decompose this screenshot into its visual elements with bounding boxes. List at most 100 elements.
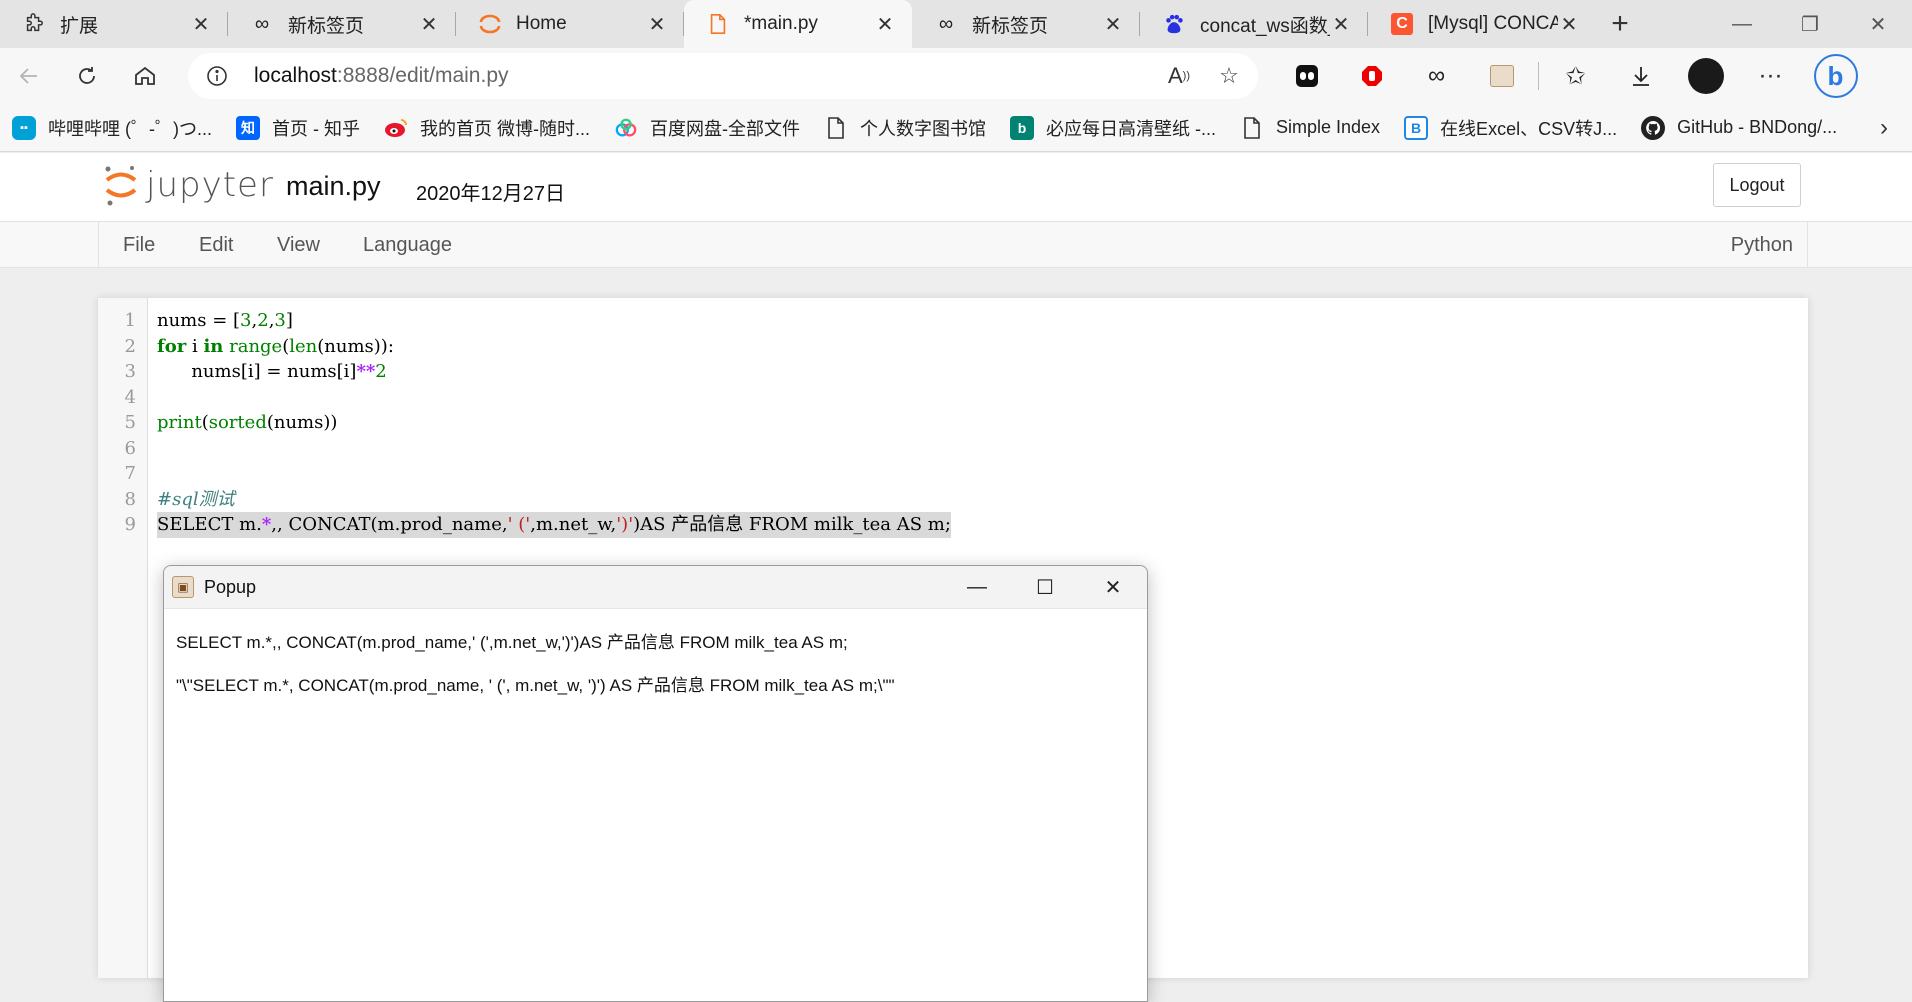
line-number: 6: [124, 437, 136, 459]
tab-label: 扩展: [60, 15, 99, 37]
bookmark-label: 首页 - 知乎: [272, 118, 360, 139]
menu-language[interactable]: Language: [363, 234, 452, 257]
baidu-netdisk-icon: [614, 116, 638, 140]
download-icon[interactable]: [1608, 48, 1673, 104]
code-line[interactable]: 4: [98, 385, 1808, 411]
info-icon[interactable]: [202, 61, 232, 91]
bookmark-label: Simple Index: [1276, 117, 1381, 137]
close-icon[interactable]: ✕: [418, 13, 440, 36]
add-favorite-icon[interactable]: ☆: [1214, 61, 1244, 91]
tab-home[interactable]: Home ✕: [456, 0, 684, 48]
maximize-icon[interactable]: ☐: [1011, 566, 1079, 609]
url-text[interactable]: localhost:8888/edit/main.py: [254, 64, 1164, 88]
popup-title: Popup: [204, 576, 257, 597]
bookmark-zhihu[interactable]: 知 首页 - 知乎: [236, 115, 360, 141]
bookmark-weibo[interactable]: 我的首页 微博-随时...: [384, 115, 590, 141]
tab-label: 新标签页: [288, 15, 365, 37]
line-number: 2: [124, 335, 136, 357]
refresh-button[interactable]: [58, 48, 116, 104]
bookmark-bilibili[interactable]: ▪▪ 哔哩哔哩 (゜-゜)つ...: [12, 115, 212, 141]
bing-chat-icon[interactable]: b: [1803, 48, 1868, 104]
code-line[interactable]: 5 print(sorted(nums)): [98, 410, 1808, 436]
extension-image-icon[interactable]: [1469, 48, 1534, 104]
close-icon[interactable]: ✕: [1330, 13, 1352, 36]
code-line-selected[interactable]: 9 SELECT m.*,, CONCAT(m.prod_name,' (',m.…: [98, 512, 1808, 538]
language-indicator: Python: [1730, 234, 1793, 256]
profile-avatar[interactable]: [1673, 48, 1738, 104]
notebook-filename[interactable]: main.py: [286, 171, 381, 202]
bookmark-label: GitHub - BNDong/...: [1677, 117, 1838, 137]
extension-dots-icon[interactable]: [1274, 48, 1339, 104]
infinity-icon[interactable]: ∞: [1404, 48, 1469, 104]
bookmark-label: 哔哩哔哩 (゜-゜)つ...: [48, 118, 212, 139]
url-path: :8888/edit/main.py: [336, 64, 509, 87]
bookmark-github[interactable]: GitHub - BNDong/...: [1641, 115, 1838, 140]
bracket-b-icon: B: [1404, 115, 1429, 140]
tab-mysql-concat[interactable]: C [Mysql] CONCAT ✕: [1368, 0, 1596, 48]
minimize-icon[interactable]: —: [1708, 0, 1776, 48]
popup-text-escaped: "\"SELECT m.*, CONCAT(m.prod_name, ' (',…: [176, 676, 895, 695]
jupyter-menubar: File Edit View Language Python: [0, 222, 1912, 268]
tab-main-py[interactable]: *main.py ✕: [684, 0, 912, 48]
close-icon[interactable]: ✕: [646, 13, 668, 36]
line-number: 3: [124, 361, 136, 382]
close-icon[interactable]: ✕: [1079, 566, 1147, 609]
tab-new-tab-2[interactable]: ∞ 新标签页 ✕: [912, 0, 1140, 48]
bookmark-label: 百度网盘-全部文件: [650, 118, 800, 139]
tab-concat-ws[interactable]: concat_ws函数_百 ✕: [1140, 0, 1368, 48]
menu-view[interactable]: View: [277, 234, 320, 257]
jupyter-wordmark: jupyter: [146, 165, 274, 205]
new-tab-button[interactable]: +: [1596, 0, 1644, 48]
zhihu-icon: 知: [236, 115, 260, 140]
line-number: 9: [124, 514, 136, 535]
close-window-icon[interactable]: ✕: [1844, 0, 1912, 48]
chevron-right-icon[interactable]: ›: [1880, 114, 1888, 142]
code-line[interactable]: 8 #sql测试: [98, 487, 1808, 513]
page-icon: [1240, 116, 1264, 140]
window-controls: — ❐ ✕: [1708, 0, 1912, 48]
bookmark-label: 个人数字图书馆: [860, 118, 986, 139]
address-bar: localhost:8888/edit/main.py A)) ☆ ∞ ✩ ··…: [0, 48, 1912, 104]
popup-text-original: SELECT m.*,, CONCAT(m.prod_name,' (',m.n…: [176, 633, 848, 652]
close-icon[interactable]: ✕: [1102, 13, 1124, 36]
line-number: 7: [124, 463, 136, 484]
close-icon[interactable]: ✕: [874, 13, 896, 36]
adblock-icon[interactable]: [1339, 48, 1404, 104]
url-bar[interactable]: localhost:8888/edit/main.py A)) ☆: [188, 53, 1258, 99]
logout-button[interactable]: Logout: [1713, 163, 1801, 207]
restore-icon[interactable]: ❐: [1776, 0, 1844, 48]
bookmark-excel-csv[interactable]: B 在线Excel、CSV转J...: [1404, 115, 1617, 141]
code-line[interactable]: 2 for i in range(len(nums)):: [98, 334, 1808, 360]
menu-file[interactable]: File: [123, 234, 155, 257]
tab-new-tab[interactable]: ∞ 新标签页 ✕: [228, 0, 456, 48]
bookmark-bing-wallpaper[interactable]: b 必应每日高清壁纸 -...: [1010, 115, 1216, 141]
line-number: 4: [124, 386, 136, 408]
more-options-icon[interactable]: ···: [1738, 48, 1803, 104]
code-line[interactable]: 3 nums[i] = nums[i]**2: [98, 359, 1808, 385]
infinity-icon: ∞: [254, 12, 270, 35]
bing-icon: b: [1010, 115, 1034, 140]
line-number: 8: [124, 488, 136, 510]
close-icon[interactable]: ✕: [1558, 13, 1580, 36]
minimize-icon[interactable]: —: [943, 566, 1011, 609]
read-aloud-icon[interactable]: A)): [1164, 61, 1194, 91]
tab-extensions[interactable]: 扩展 ✕: [0, 0, 228, 48]
jupyter-logo[interactable]: jupyter: [104, 163, 274, 207]
favorites-icon[interactable]: ✩: [1543, 48, 1608, 104]
code-line[interactable]: 7: [98, 461, 1808, 487]
back-button[interactable]: [0, 48, 58, 104]
popup-titlebar[interactable]: ▣ Popup — ☐ ✕: [164, 566, 1147, 609]
jupyter-logo-icon: [478, 12, 502, 36]
menu-edit[interactable]: Edit: [199, 234, 233, 257]
url-host: localhost: [254, 64, 337, 87]
bookmark-simple-index[interactable]: Simple Index: [1240, 116, 1380, 140]
code-line[interactable]: 1 nums = [3,2,3]: [98, 308, 1808, 334]
home-button[interactable]: [116, 48, 174, 104]
csdn-icon: C: [1390, 12, 1414, 36]
close-icon[interactable]: ✕: [190, 13, 212, 36]
bookmark-baidu-netdisk[interactable]: 百度网盘-全部文件: [614, 115, 800, 141]
github-icon: [1641, 115, 1666, 140]
code-line[interactable]: 6: [98, 436, 1808, 462]
bookmark-label: 我的首页 微博-随时...: [420, 118, 590, 139]
bookmark-digital-library[interactable]: 个人数字图书馆: [824, 115, 986, 141]
